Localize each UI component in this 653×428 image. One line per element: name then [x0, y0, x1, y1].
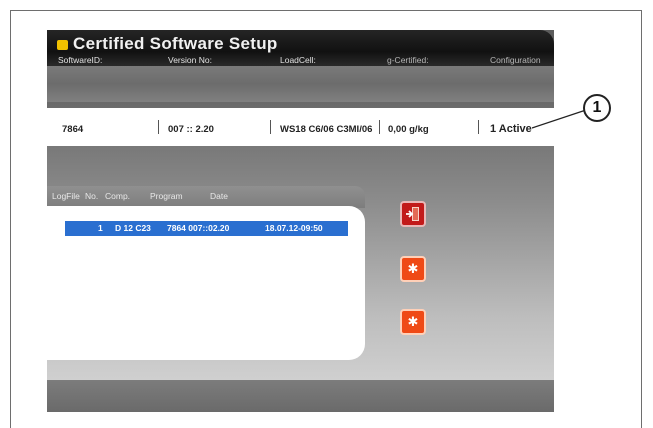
callout-leader-line [531, 109, 587, 129]
cell-version-no: 007 :: 2.20 [168, 124, 214, 135]
logfile-header-comp: Comp. [105, 191, 131, 201]
page-title: Certified Software Setup [73, 34, 278, 53]
logfile-header-program: Program [150, 191, 183, 201]
action-button-2[interactable]: ✱ [400, 309, 426, 335]
exit-button[interactable] [400, 201, 426, 227]
header-configuration: Configuration [490, 55, 541, 65]
cell-load-cell: WS18 C6/06 C3MI/06 [280, 124, 373, 135]
cell-configuration: 1 Active [490, 123, 532, 135]
header-version-no: Version No: [168, 55, 212, 65]
title-marker-icon [57, 40, 68, 50]
callout-number: 1 [583, 94, 611, 122]
header-g-certified: g-Certified: [387, 55, 429, 65]
log-cell-date: 18.07.12-09:50 [265, 223, 323, 233]
logfile-header-no: No. [85, 191, 99, 201]
header-load-cell: LoadCell: [280, 55, 316, 65]
cell-software-id: 7864 [62, 124, 84, 135]
column-divider [379, 120, 380, 134]
bottom-bar [47, 380, 554, 412]
header-software-id: SoftwareID: [58, 55, 103, 65]
table-header-strip [47, 66, 554, 102]
asterisk-icon: ✱ [407, 261, 419, 276]
logfile-header-label: LogFile [52, 191, 80, 201]
column-divider [270, 120, 271, 134]
cell-g-certified: 0,00 g/kg [388, 124, 429, 135]
log-cell-comp: D 12 C23 [115, 223, 151, 233]
column-divider [158, 120, 159, 134]
log-cell-program: 7864 007::02.20 [167, 223, 230, 233]
action-button-1[interactable]: ✱ [400, 256, 426, 282]
column-divider [478, 120, 479, 134]
log-cell-no: 1 [98, 223, 103, 233]
asterisk-icon: ✱ [407, 314, 419, 329]
logfile-header-date: Date [210, 191, 228, 201]
door-exit-icon [406, 207, 419, 221]
